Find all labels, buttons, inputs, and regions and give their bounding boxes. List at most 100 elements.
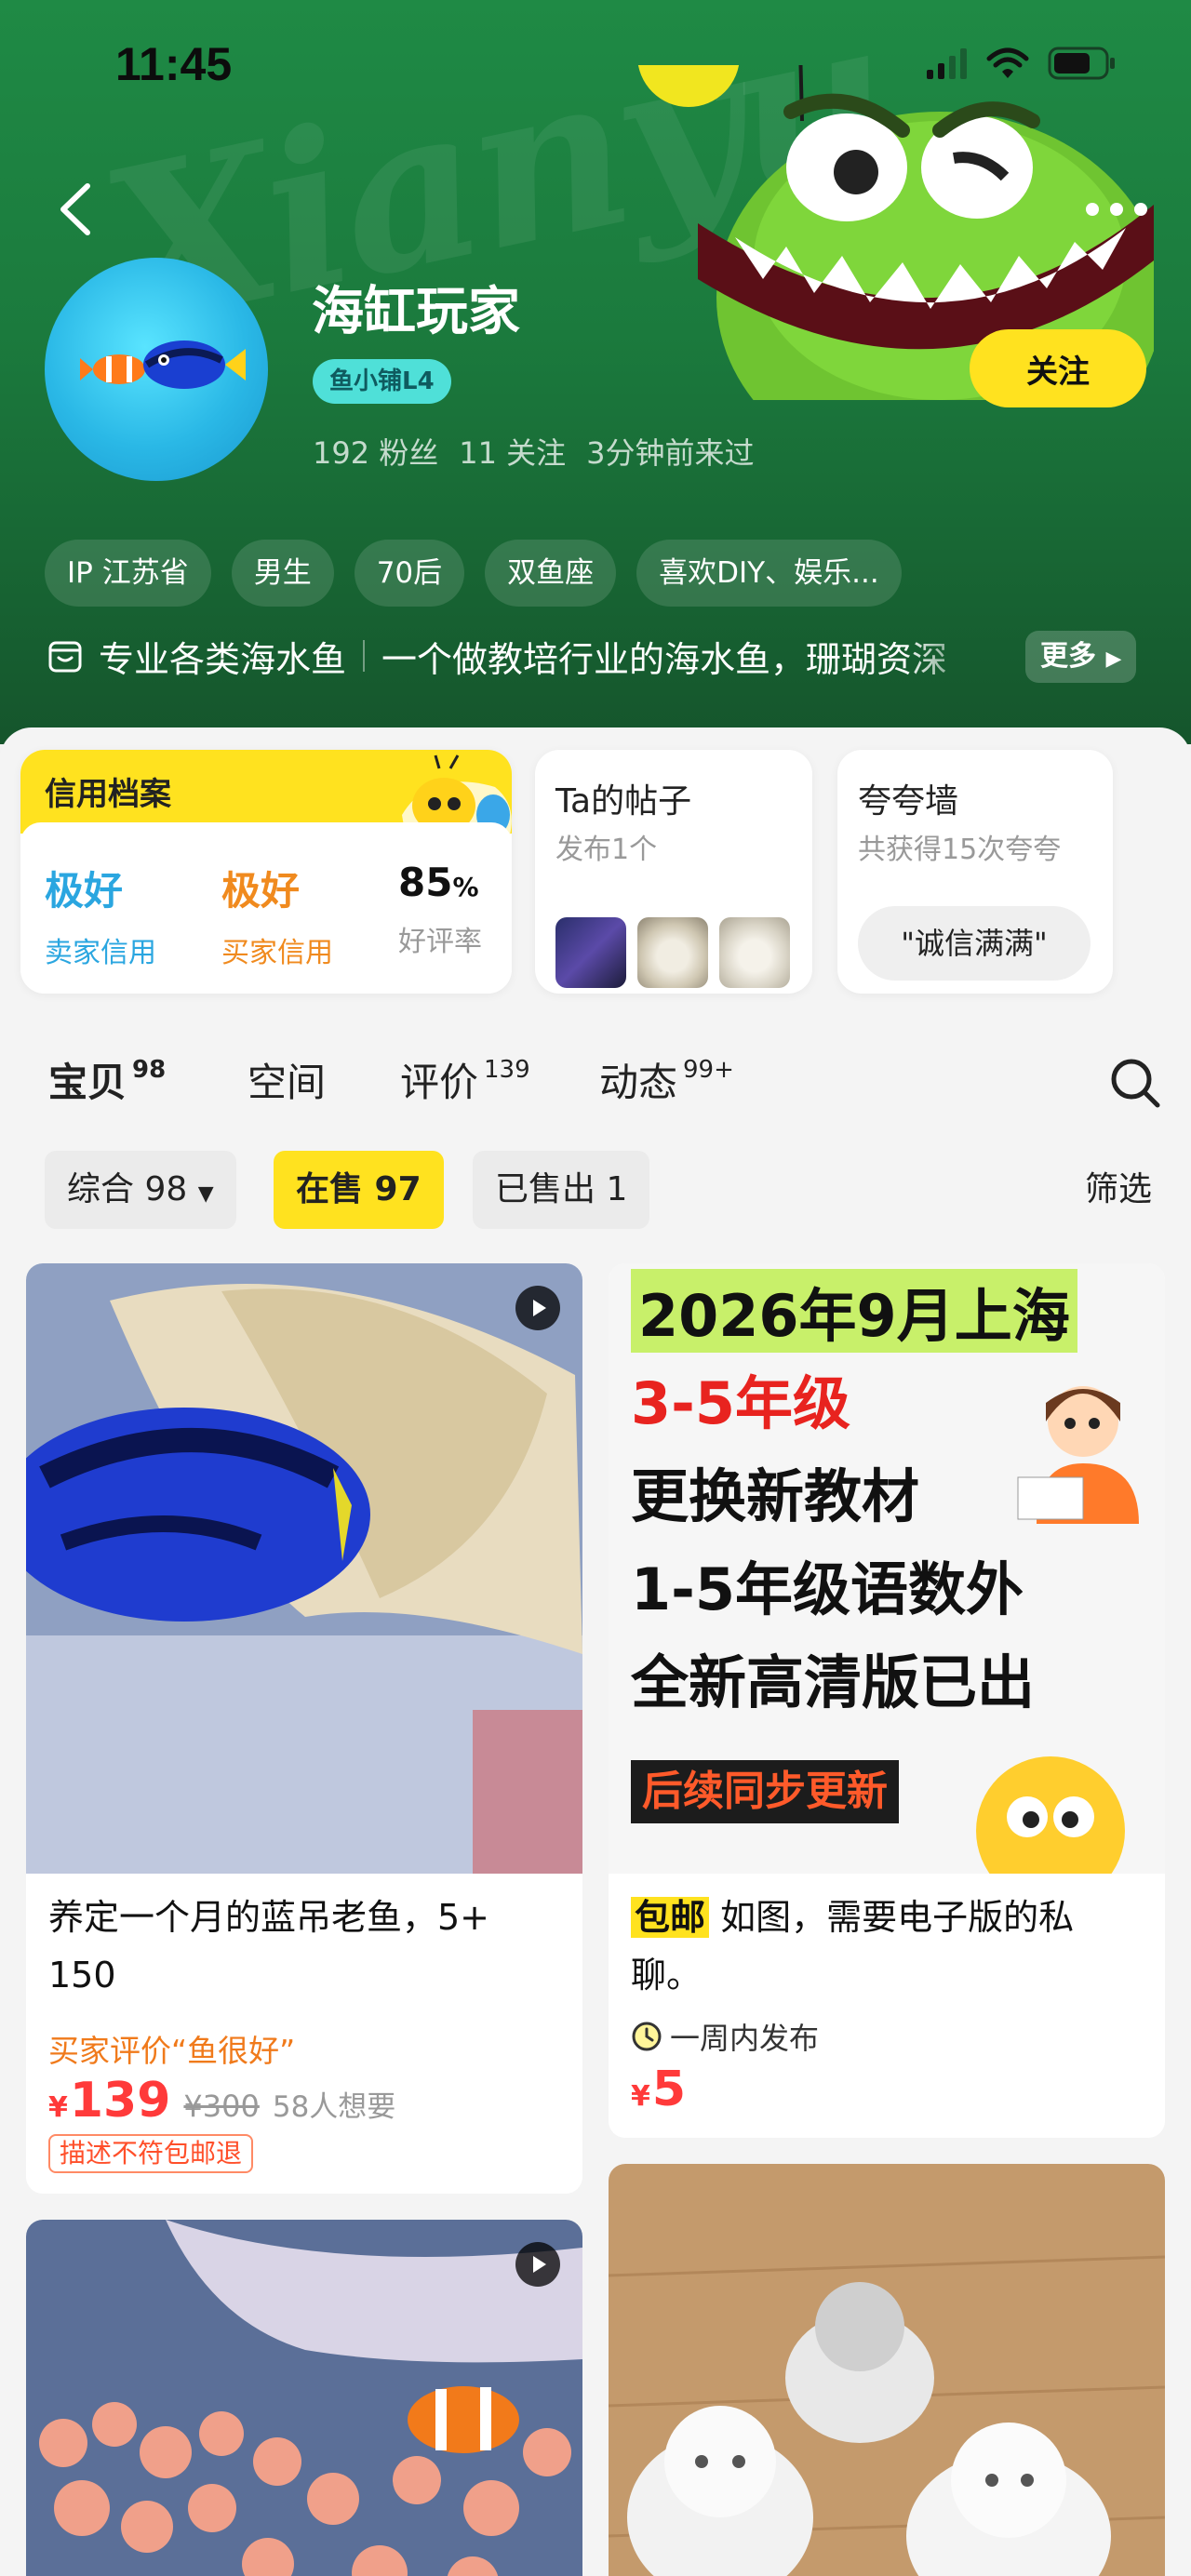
content-panel: 信用档案 极好 卖家信用 极好 买家信用 85% 好评率 Ta的帖子 发布1个 …	[0, 727, 1191, 2576]
wants-count: 58人想要	[272, 2090, 396, 2124]
sold-filter[interactable]: 已售出 1	[473, 1151, 650, 1229]
shop-icon	[48, 641, 82, 673]
image-text-line: 1-5年级语数外	[631, 1555, 1024, 1623]
praise-title: 夸夸墙	[858, 782, 959, 821]
tab-activity-label: 动态	[599, 1060, 678, 1105]
seller-credit-label: 卖家信用	[45, 937, 156, 969]
tab-activity-count: 99+	[683, 1056, 734, 1084]
seller-credit: 极好 卖家信用	[45, 860, 156, 970]
status-bar: 11:45	[0, 0, 1191, 130]
seller-credit-value: 极好	[45, 868, 124, 914]
buyer-credit: 极好 买家信用	[221, 860, 333, 970]
fish-avatar-image	[80, 340, 246, 389]
student-illustration	[1017, 1386, 1139, 1524]
tab-items-label: 宝贝	[48, 1060, 127, 1105]
sort-dropdown[interactable]: 综合 98 ▼	[45, 1151, 236, 1229]
bio-row: 专业各类海水鱼 一个做教培行业的海水鱼，珊瑚资深	[47, 628, 1144, 684]
product-card[interactable]	[26, 2220, 582, 2576]
filter-bar: 综合 98 ▼ 在售 97 已售出 1 筛选	[45, 1151, 1152, 1229]
credit-body: 极好 卖家信用 极好 买家信用 85% 好评率	[20, 822, 512, 994]
tab-reviews[interactable]: 评价 139	[400, 1051, 530, 1108]
follow-button[interactable]: 关注	[970, 329, 1146, 407]
buyer-review: 买家评价“鱼很好”	[48, 2033, 296, 2069]
credit-profile-card[interactable]: 信用档案 极好 卖家信用 极好 买家信用 85% 好评率	[20, 750, 512, 994]
positive-rate-unit: %	[452, 872, 479, 902]
image-text-line: 2026年9月上海	[631, 1269, 1077, 1353]
emoji-face-illustration	[976, 1756, 1125, 1874]
posts-subtitle: 发布1个	[555, 834, 658, 866]
posts-thumbnails	[555, 917, 790, 988]
product-card[interactable]: 养定一个月的蓝吊老鱼，5+ 150 买家评价“鱼很好” ¥139 ¥300 58…	[26, 1263, 582, 2194]
product-title: 养定一个月的蓝吊老鱼，5+ 150	[48, 1897, 490, 1995]
video-play-icon	[515, 2242, 560, 2287]
praise-subtitle: 共获得15次夸夸	[858, 834, 1062, 866]
search-icon[interactable]	[1107, 1055, 1163, 1111]
positive-rate-label: 好评率	[398, 926, 482, 958]
back-arrow-icon[interactable]	[48, 177, 104, 242]
product-card[interactable]: 2026年9月上海 3-5年级 更换新教材 1-5年级语数外 全新高清版已出 后…	[609, 1263, 1165, 2138]
avatar[interactable]	[45, 258, 268, 481]
tag-ip: IP 江苏省	[45, 540, 211, 607]
price-value: 5	[651, 2062, 687, 2117]
tab-items-count: 98	[132, 1056, 167, 1084]
filter-button[interactable]: 筛选	[1085, 1151, 1152, 1229]
video-play-icon	[515, 1286, 560, 1330]
divider	[363, 640, 366, 672]
positive-rate-value: 85	[398, 860, 453, 905]
bio-more-button[interactable]: 更多 ▶	[1025, 631, 1137, 683]
fans-count[interactable]: 192 粉丝	[313, 430, 438, 473]
buyer-credit-value: 极好	[221, 868, 301, 914]
status-time: 11:45	[115, 38, 233, 90]
signal-icon	[927, 48, 967, 79]
profile-tags: IP 江苏省 男生 70后 双鱼座 喜欢DIY、娱乐...	[45, 540, 902, 607]
image-text-line: 更换新教材	[631, 1462, 920, 1530]
publish-time: 一周内发布	[631, 2015, 819, 2058]
tag-gender: 男生	[231, 540, 334, 607]
last-seen: 3分钟前来过	[586, 435, 755, 471]
content-tabs: 宝贝 98 空间 评价 139 动态 99+	[48, 1051, 1165, 1135]
tab-reviews-count: 139	[484, 1056, 530, 1084]
username: 海缸玩家	[312, 282, 520, 342]
tab-space[interactable]: 空间	[248, 1051, 326, 1108]
product-title-row: 包邮 如图，需要电子版的私聊。	[631, 1889, 1133, 2004]
publish-time-text: 一周内发布	[670, 2021, 820, 2056]
battery-icon	[1048, 47, 1115, 80]
sort-label: 综合 98	[67, 1170, 188, 1208]
buyer-credit-label: 买家信用	[221, 937, 333, 969]
original-price: ¥300	[183, 2089, 260, 2124]
currency-symbol: ¥	[631, 2080, 650, 2113]
guarantee-badge: 描述不符包邮退	[48, 2134, 254, 2173]
profile-header: Xianyu 11:45 海缸玩家 鱼小铺L4 192 粉丝 11 关注 3分钟…	[0, 0, 1191, 744]
positive-rate: 85% 好评率	[398, 860, 482, 959]
more-options-icon[interactable]	[1079, 186, 1154, 233]
caret-down-icon: ▼	[197, 1182, 214, 1206]
clock-icon	[632, 2022, 662, 2051]
profile-stats: 192 粉丝 11 关注 3分钟前来过	[313, 430, 755, 473]
currency-symbol: ¥	[48, 2091, 68, 2124]
tab-items[interactable]: 宝贝 98	[48, 1051, 166, 1108]
credit-title: 信用档案	[45, 776, 171, 813]
tag-age: 70后	[354, 540, 465, 607]
product-card[interactable]	[609, 2164, 1165, 2576]
product-image	[26, 1263, 582, 1874]
posts-card[interactable]: Ta的帖子 发布1个	[535, 750, 812, 994]
following-count[interactable]: 11 关注	[459, 430, 566, 473]
free-shipping-badge: 包邮	[631, 1897, 710, 1938]
on-sale-filter[interactable]: 在售 97	[274, 1151, 444, 1229]
image-text-line: 后续同步更新	[631, 1760, 899, 1823]
product-image	[26, 2220, 582, 2576]
wifi-icon	[986, 47, 1029, 78]
praise-wall-card[interactable]: 夸夸墙 共获得15次夸夸 "诚信满满"	[837, 750, 1113, 994]
level-badge[interactable]: 鱼小铺L4	[313, 359, 451, 404]
tag-zodiac: 双鱼座	[485, 540, 617, 607]
bio-text: 一个做教培行业的海水鱼，珊瑚资深	[381, 638, 948, 680]
shop-name[interactable]: 专业各类海水鱼	[99, 631, 346, 682]
product-image	[609, 2164, 1165, 2576]
caret-right-icon: ▶	[1105, 647, 1122, 671]
tag-interests[interactable]: 喜欢DIY、娱乐...	[636, 540, 902, 607]
tab-activity[interactable]: 动态 99+	[599, 1051, 734, 1108]
product-image: 2026年9月上海 3-5年级 更换新教材 1-5年级语数外 全新高清版已出 后…	[609, 1263, 1165, 1874]
post-thumbnail	[637, 917, 708, 988]
price-row: ¥5	[631, 2062, 686, 2117]
image-text-line: 3-5年级	[631, 1369, 851, 1437]
